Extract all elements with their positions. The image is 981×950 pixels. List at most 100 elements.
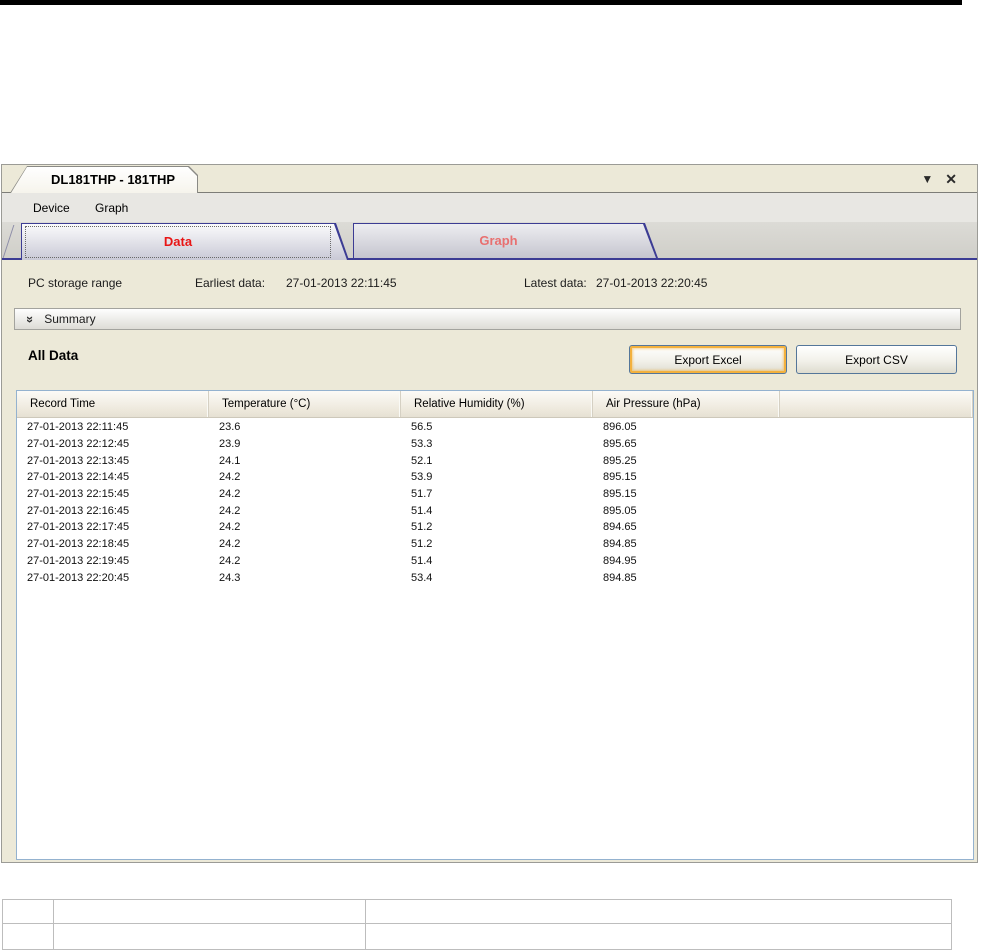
table-row[interactable]: 27-01-2013 22:17:45 24.2 51.2 894.65 (17, 519, 973, 536)
table-row[interactable]: 27-01-2013 22:11:45 23.6 56.5 896.05 (17, 419, 973, 436)
table-cell: 23.9 (219, 438, 241, 451)
tab-data-label: Data (163, 234, 193, 249)
table-cell (780, 419, 973, 436)
table-cell: 27-01-2013 22:11:45 (27, 421, 129, 434)
storage-range-label: PC storage range (28, 276, 123, 290)
table-cell: 27-01-2013 22:19:45 (27, 554, 130, 567)
export-csv-button[interactable]: Export CSV (796, 345, 957, 374)
table-cell (780, 502, 973, 519)
table-cell: 24.2 (219, 554, 241, 567)
table-cell: 24.2 (219, 521, 241, 534)
page-table-fragment (2, 899, 952, 950)
window-dropdown-icon[interactable]: ▼ (921, 173, 933, 185)
table-cell: 895.05 (603, 504, 637, 517)
tab-graph[interactable]: Graph (353, 223, 658, 258)
summary-collapse-bar[interactable]: » Summary (14, 308, 961, 330)
fragment-row (3, 900, 951, 924)
table-cell (780, 486, 973, 503)
table-cell: 24.2 (219, 471, 241, 484)
earliest-data-label: Earliest data: (195, 276, 266, 290)
table-row[interactable]: 27-01-2013 22:12:45 23.9 53.3 895.65 (17, 436, 973, 453)
table-cell: 53.3 (411, 438, 433, 451)
table-cell: 27-01-2013 22:17:45 (27, 521, 130, 534)
header-cell[interactable] (780, 391, 973, 417)
table-cell (780, 469, 973, 486)
table-row[interactable]: 27-01-2013 22:14:45 24.2 53.9 895.15 (17, 469, 973, 486)
table-row[interactable]: 27-01-2013 22:16:45 24.2 51.4 895.05 (17, 502, 973, 519)
table-cell: 56.5 (411, 421, 433, 434)
table-cell: 51.7 (411, 488, 433, 501)
table-cell: 24.2 (219, 488, 241, 501)
chevron-down-icon: » (23, 315, 39, 323)
table-cell: 53.4 (411, 571, 433, 584)
page-top-rule (0, 0, 962, 5)
menu-item-graph[interactable]: Graph (89, 193, 134, 222)
fragment-cell (54, 900, 366, 923)
table-cell: 51.2 (411, 521, 433, 534)
table-row[interactable]: 27-01-2013 22:13:45 24.1 52.1 895.25 (17, 452, 973, 469)
table-cell (780, 519, 973, 536)
page-tabstrip: Data Graph (2, 222, 977, 260)
tab-graph-label: Graph (479, 233, 518, 248)
table-cell (780, 452, 973, 469)
fragment-cell (3, 900, 54, 923)
table-row[interactable]: 27-01-2013 22:19:45 24.2 51.4 894.95 (17, 553, 973, 570)
table-row[interactable]: 27-01-2013 22:15:45 24.2 51.7 895.15 (17, 486, 973, 503)
document-page: DL181THP - 181THP ▼ ✕ Device Graph Data (0, 0, 981, 950)
table-cell: 27-01-2013 22:14:45 (27, 471, 130, 484)
table-row[interactable]: 27-01-2013 22:20:45 24.3 53.4 894.85 (17, 569, 973, 586)
data-listbox: Record Time Temperature (°C) Relative Humi… (16, 390, 974, 860)
table-cell: 51.4 (411, 554, 433, 567)
latest-data-label: Latest data: (524, 276, 587, 290)
menu-item-device[interactable]: Device (27, 193, 76, 222)
fragment-row (3, 924, 951, 950)
header-cell[interactable]: Air Pressure (hPa) (593, 391, 780, 417)
table-cell: 895.15 (603, 488, 637, 501)
fragment-cell (366, 900, 951, 923)
table-cell (780, 536, 973, 553)
fragment-cell (3, 924, 54, 949)
all-data-title: All Data (28, 348, 79, 363)
table-cell: 24.3 (219, 571, 241, 584)
doc-tab[interactable]: DL181THP - 181THP (10, 166, 198, 193)
table-cell: 51.2 (411, 538, 433, 551)
export-excel-button[interactable]: Export Excel (629, 345, 787, 374)
table-cell: 24.2 (219, 504, 241, 517)
close-icon[interactable]: ✕ (945, 172, 957, 186)
table-cell: 52.1 (411, 454, 433, 467)
header-cell[interactable]: Record Time (17, 391, 209, 417)
table-cell: 23.6 (219, 421, 241, 434)
table-cell: 894.95 (603, 554, 637, 567)
app-window: DL181THP - 181THP ▼ ✕ Device Graph Data (1, 164, 978, 863)
list-rows: 27-01-2013 22:11:45 23.6 56.5 896.05 27-01-2… (17, 419, 973, 859)
list-header: Record Time Temperature (°C) Relative Humi… (17, 391, 973, 418)
table-cell: 894.65 (603, 521, 637, 534)
latest-data-value: 27-01-2013 22:20:45 (596, 276, 708, 290)
table-cell: 895.15 (603, 471, 637, 484)
table-row[interactable]: 27-01-2013 22:18:45 24.2 51.2 894.85 (17, 536, 973, 553)
table-cell: 896.05 (603, 421, 637, 434)
tab-data[interactable]: Data (21, 223, 349, 260)
table-cell: 895.65 (603, 438, 637, 451)
fragment-cell (54, 924, 366, 949)
table-cell: 27-01-2013 22:18:45 (27, 538, 130, 551)
table-cell: 51.4 (411, 504, 433, 517)
table-cell: 27-01-2013 22:20:45 (27, 571, 130, 584)
data-page-content: PC storage range Earliest data: 27-01-20… (2, 260, 977, 862)
storage-range-row: PC storage range Earliest data: 27-01-20… (2, 260, 977, 305)
summary-label: Summary (44, 312, 96, 326)
header-cell[interactable]: Temperature (°C) (209, 391, 401, 417)
table-cell: 27-01-2013 22:12:45 (27, 438, 130, 451)
table-cell: 894.85 (603, 538, 637, 551)
table-cell: 53.9 (411, 471, 433, 484)
table-cell: 895.25 (603, 454, 637, 467)
earliest-data-value: 27-01-2013 22:11:45 (286, 276, 397, 290)
table-cell (780, 553, 973, 570)
table-cell (780, 436, 973, 453)
menubar: Device Graph (2, 193, 977, 222)
doc-tabbar: DL181THP - 181THP ▼ ✕ (2, 165, 977, 193)
fragment-cell (366, 924, 951, 949)
table-cell: 894.85 (603, 571, 637, 584)
table-cell: 27-01-2013 22:13:45 (27, 454, 130, 467)
header-cell[interactable]: Relative Humidity (%) (401, 391, 593, 417)
